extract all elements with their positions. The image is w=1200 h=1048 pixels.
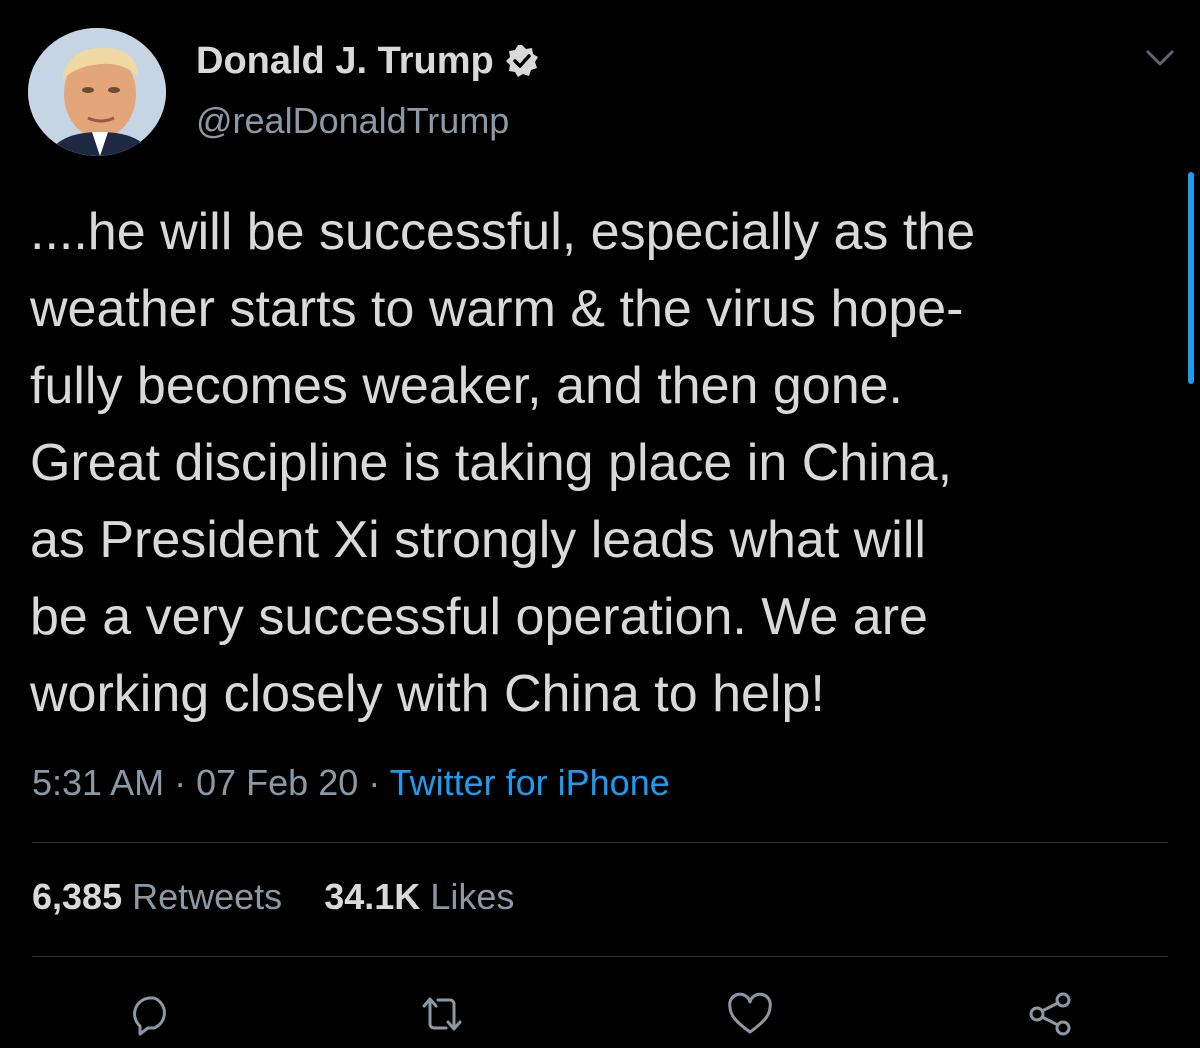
- retweets-count: 6,385: [32, 876, 123, 917]
- likes-label: Likes: [430, 876, 515, 917]
- tweet-metadata: 5:31 AM · 07 Feb 20 · Twitter for iPhone: [32, 762, 670, 804]
- likes-stat[interactable]: 34.1K Likes: [324, 876, 514, 917]
- display-name[interactable]: Donald J. Trump: [196, 40, 494, 83]
- share-icon[interactable]: [1026, 990, 1074, 1038]
- tweet-source-link[interactable]: Twitter for iPhone: [390, 762, 670, 803]
- meta-separator: ·: [368, 762, 381, 803]
- tweet-time: 5:31 AM: [32, 762, 165, 803]
- retweet-icon[interactable]: [418, 990, 466, 1038]
- avatar-image: [28, 28, 166, 156]
- like-icon[interactable]: [726, 990, 774, 1038]
- divider: [32, 956, 1168, 957]
- divider: [32, 842, 1168, 843]
- reply-icon[interactable]: [128, 990, 176, 1038]
- retweets-label: Retweets: [132, 876, 283, 917]
- author-handle[interactable]: @realDonaldTrump: [196, 100, 509, 142]
- tweet-stats: 6,385 Retweets 34.1K Likes: [32, 876, 514, 918]
- tweet-text: ....he will be successful, especially as…: [30, 203, 976, 723]
- meta-separator: ·: [174, 762, 187, 803]
- likes-count: 34.1K: [324, 876, 421, 917]
- tweet-date: 07 Feb 20: [196, 762, 359, 803]
- verified-badge-icon: [504, 43, 540, 79]
- tweet-detail: Donald J. Trump @realDonaldTrump ....he …: [0, 0, 1200, 1048]
- author-name-row[interactable]: Donald J. Trump: [196, 36, 540, 86]
- retweets-stat[interactable]: 6,385 Retweets: [32, 876, 292, 917]
- chevron-down-icon[interactable]: [1140, 44, 1180, 74]
- avatar[interactable]: [28, 28, 166, 156]
